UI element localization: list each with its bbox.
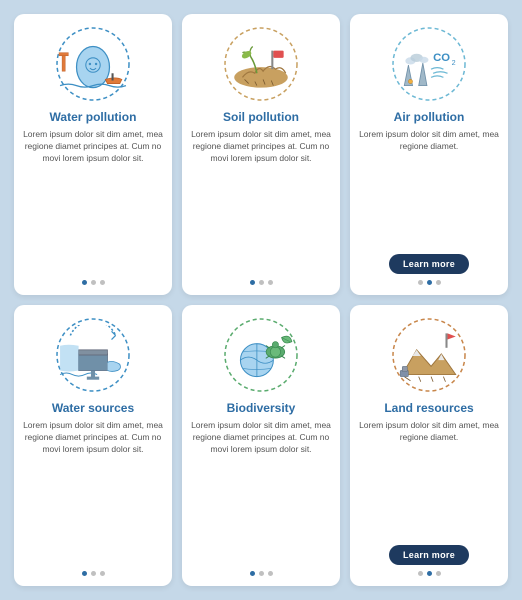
card-text: Lorem ipsum dolor sit dim amet, mea regi…: [358, 129, 500, 248]
card-title: Water sources: [52, 401, 134, 415]
illustration-land-resources: [384, 315, 474, 395]
learn-more-button[interactable]: Learn more: [389, 254, 469, 274]
card-text: Lorem ipsum dolor sit dim amet, mea regi…: [22, 420, 164, 565]
dot-1: [82, 280, 87, 285]
card-title: Soil pollution: [223, 110, 299, 124]
dot-2: [91, 280, 96, 285]
card-water-pollution: Water pollution Lorem ipsum dolor sit di…: [14, 14, 172, 295]
dot-2: [427, 571, 432, 576]
svg-text:2: 2: [452, 58, 456, 67]
dot-1: [418, 571, 423, 576]
learn-more-button-2[interactable]: Learn more: [389, 545, 469, 565]
pagination-dots: [418, 280, 441, 285]
card-air-pollution: CO 2 Air pollution Lorem ipsum dolor sit…: [350, 14, 508, 295]
svg-text:CO: CO: [433, 52, 450, 64]
dot-1: [250, 280, 255, 285]
dot-2: [259, 280, 264, 285]
dot-1: [418, 280, 423, 285]
card-title: Biodiversity: [227, 401, 296, 415]
card-title: Air pollution: [394, 110, 465, 124]
dot-2: [91, 571, 96, 576]
card-soil-pollution: Soil pollution Lorem ipsum dolor sit dim…: [182, 14, 340, 295]
pagination-dots: [250, 280, 273, 285]
card-water-sources: Water sources Lorem ipsum dolor sit dim …: [14, 305, 172, 586]
card-grid: Water pollution Lorem ipsum dolor sit di…: [0, 0, 522, 600]
dot-3: [100, 571, 105, 576]
dot-2: [259, 571, 264, 576]
illustration-air-pollution: CO 2: [384, 24, 474, 104]
dot-3: [100, 280, 105, 285]
pagination-dots: [82, 280, 105, 285]
dot-3: [268, 571, 273, 576]
dot-1: [82, 571, 87, 576]
dot-3: [436, 280, 441, 285]
dot-3: [436, 571, 441, 576]
card-text: Lorem ipsum dolor sit dim amet, mea regi…: [190, 420, 332, 565]
pagination-dots: [418, 571, 441, 576]
card-text: Lorem ipsum dolor sit dim amet, mea regi…: [358, 420, 500, 539]
dot-2: [427, 280, 432, 285]
dot-1: [250, 571, 255, 576]
illustration-biodiversity: [216, 315, 306, 395]
card-text: Lorem ipsum dolor sit dim amet, mea regi…: [190, 129, 332, 274]
illustration-water-pollution: [48, 24, 138, 104]
card-biodiversity: Biodiversity Lorem ipsum dolor sit dim a…: [182, 305, 340, 586]
illustration-water-sources: [48, 315, 138, 395]
card-text: Lorem ipsum dolor sit dim amet, mea regi…: [22, 129, 164, 274]
pagination-dots: [250, 571, 273, 576]
card-title: Land resources: [384, 401, 473, 415]
pagination-dots: [82, 571, 105, 576]
card-title: Water pollution: [50, 110, 137, 124]
dot-3: [268, 280, 273, 285]
card-land-resources: Land resources Lorem ipsum dolor sit dim…: [350, 305, 508, 586]
illustration-soil-pollution: [216, 24, 306, 104]
